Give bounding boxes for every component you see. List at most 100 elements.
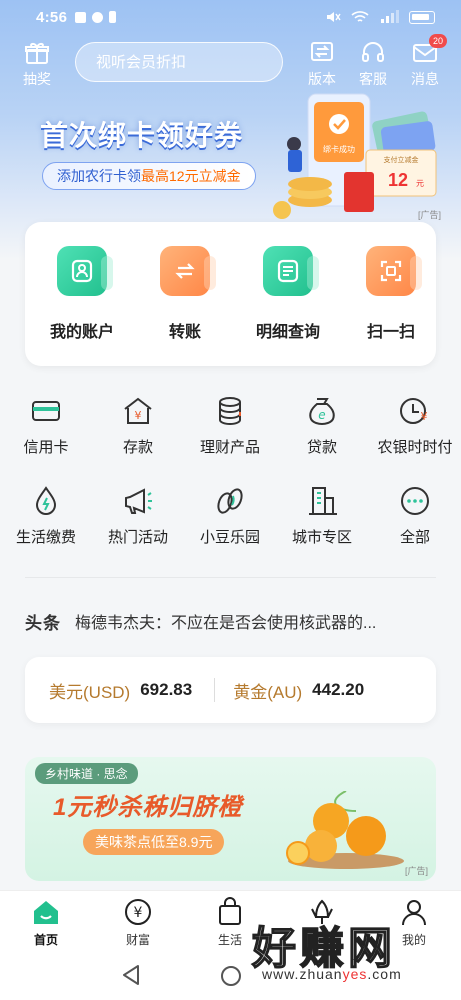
gift-icon	[25, 43, 49, 64]
headline-tag: 头条	[25, 613, 61, 633]
battery-notification-icon	[109, 11, 117, 23]
tab-label: 我的	[401, 933, 426, 947]
lottery-label: 抽奖	[23, 71, 51, 87]
quick-action-details[interactable]: 明细查询	[243, 246, 333, 342]
tab-home[interactable]: 首页	[16, 897, 76, 948]
quick-action-label: 扫一扫	[366, 324, 415, 341]
banner-illustration: 绑卡成功 支付立减金 12 元	[273, 93, 437, 219]
messages-label: 消息	[411, 71, 439, 87]
grid-item-label: 农银时时付	[377, 439, 453, 456]
wealth-products-icon	[219, 397, 241, 426]
grid-item-label: 热门活动	[107, 529, 168, 546]
quick-actions-card: 我的账户 转账 明细查询 扫一扫	[25, 222, 436, 366]
account-icon	[57, 246, 113, 296]
ad-title: 1元秒杀秭归脐橙	[53, 794, 243, 821]
grid-item-label: 存款	[122, 439, 153, 456]
instant-pay-icon: ¥	[400, 398, 428, 424]
banner-subtitle-prefix: 添加农行卡领	[57, 168, 141, 184]
deposit-icon: ¥	[124, 397, 152, 424]
art-coupon-unit: 元	[416, 179, 424, 188]
watermark-url-prefix: www.zhuan	[262, 966, 343, 982]
lottery-button[interactable]: 抽奖	[15, 40, 59, 89]
grid-item-wealth-products[interactable]: 理财产品	[184, 394, 276, 457]
wifi-icon	[351, 11, 369, 22]
grid-item-label: 生活缴费	[15, 529, 76, 546]
watermark-url-highlight: yes	[342, 966, 368, 982]
details-icon	[263, 246, 319, 296]
grid-item-instant-pay[interactable]: ¥ 农银时时付	[369, 394, 461, 457]
messages-badge: 20	[429, 34, 447, 48]
back-icon[interactable]	[121, 964, 141, 986]
watermark-url-suffix: .com	[367, 966, 402, 982]
grid-item-bean-park[interactable]: 小豆乐园	[184, 484, 276, 547]
quick-action-label: 转账	[168, 324, 201, 341]
search-bar[interactable]	[75, 42, 295, 82]
grid-item-city-zone[interactable]: 城市专区	[276, 484, 368, 547]
rate-separator	[214, 678, 216, 702]
headline-news[interactable]: 头条 梅德韦杰夫：不应在是否会使用核武器的...	[25, 608, 436, 634]
banner-title[interactable]: 首次绑卡领好券	[40, 114, 243, 154]
version-button[interactable]: 版本	[300, 40, 344, 89]
status-right-icons	[325, 10, 435, 24]
more-icon	[401, 487, 429, 515]
banner-subtitle[interactable]: 添加农行卡领最高12元立减金	[42, 162, 256, 190]
chat-notification-icon	[92, 11, 104, 23]
grid-item-loan[interactable]: e 贷款	[276, 394, 368, 457]
promo-ad-banner[interactable]: 乡村味道 · 思念 1元秒杀秭归脐橙 美味茶点低至8.9元 [广告]	[25, 757, 436, 881]
customer-service-button[interactable]: 客服	[351, 40, 395, 89]
headset-icon	[362, 42, 384, 62]
tab-label: 首页	[33, 933, 58, 947]
scan-icon	[366, 246, 422, 296]
grid-item-all[interactable]: 全部	[369, 484, 461, 547]
art-coupon-amount: 12	[388, 170, 408, 190]
grid-item-hot-activity[interactable]: 热门活动	[92, 484, 184, 547]
market-rates-card[interactable]: 美元(USD) 692.83 黄金(AU) 442.20	[25, 657, 436, 723]
ad-brand: 乡村味道 · 思念	[35, 763, 138, 784]
quick-action-transfer[interactable]: 转账	[140, 246, 230, 342]
ad-banner-tag: [广告]	[404, 866, 428, 876]
grid-item-label: 全部	[399, 529, 430, 546]
loan-icon: e	[309, 398, 335, 426]
status-time: 4:56	[36, 8, 68, 26]
transfer-icon	[160, 246, 216, 296]
tab-label: 生活	[217, 933, 242, 947]
version-label: 版本	[308, 71, 336, 87]
signal-icon	[381, 10, 399, 23]
messages-button[interactable]: 消息 20	[403, 34, 447, 89]
quick-action-scan[interactable]: 扫一扫	[346, 246, 436, 342]
gold-label: 黄金(AU)	[233, 682, 303, 702]
hot-activity-icon	[125, 488, 152, 514]
oranges-illustration	[286, 791, 404, 869]
life-bag-icon	[219, 897, 241, 925]
credit-card-icon	[32, 401, 60, 421]
search-input[interactable]	[96, 53, 295, 71]
svg-text:¥: ¥	[421, 410, 428, 423]
quick-action-my-account[interactable]: 我的账户	[37, 246, 127, 342]
quick-action-label: 明细查询	[255, 324, 320, 341]
usd-value: 692.83	[140, 680, 193, 699]
grid-item-credit-card[interactable]: 信用卡	[0, 394, 92, 457]
customer-service-label: 客服	[359, 71, 387, 87]
top-navigation: 抽奖 版本 客服 消息 20	[0, 34, 461, 92]
ad-subtitle: 美味茶点低至8.9元	[83, 829, 225, 855]
grid-item-label: 贷款	[306, 439, 337, 456]
section-divider	[25, 577, 436, 578]
tab-wealth[interactable]: ¥ 财富	[108, 897, 168, 948]
grid-item-label: 理财产品	[199, 439, 260, 456]
mute-icon	[327, 12, 341, 22]
wealth-icon: ¥	[125, 899, 151, 925]
shield-notification-icon	[75, 11, 87, 23]
watermark-url: www.zhuanyes.com	[262, 966, 402, 982]
bean-park-icon	[217, 488, 243, 514]
banner-subtitle-highlight: 最高12元立减金	[141, 168, 241, 184]
grid-item-deposit[interactable]: ¥ 存款	[92, 394, 184, 457]
home-circle-icon[interactable]	[220, 965, 242, 987]
svg-text:e: e	[318, 408, 325, 422]
tab-label: 财富	[125, 933, 150, 947]
tab-life[interactable]: 生活	[200, 897, 260, 948]
art-card-label: 绑卡成功	[323, 144, 355, 154]
gold-value: 442.20	[312, 680, 365, 699]
grid-item-utility-payment[interactable]: 生活缴费	[0, 484, 92, 547]
notification-icons	[75, 11, 117, 23]
grid-item-label: 小豆乐园	[199, 529, 260, 546]
